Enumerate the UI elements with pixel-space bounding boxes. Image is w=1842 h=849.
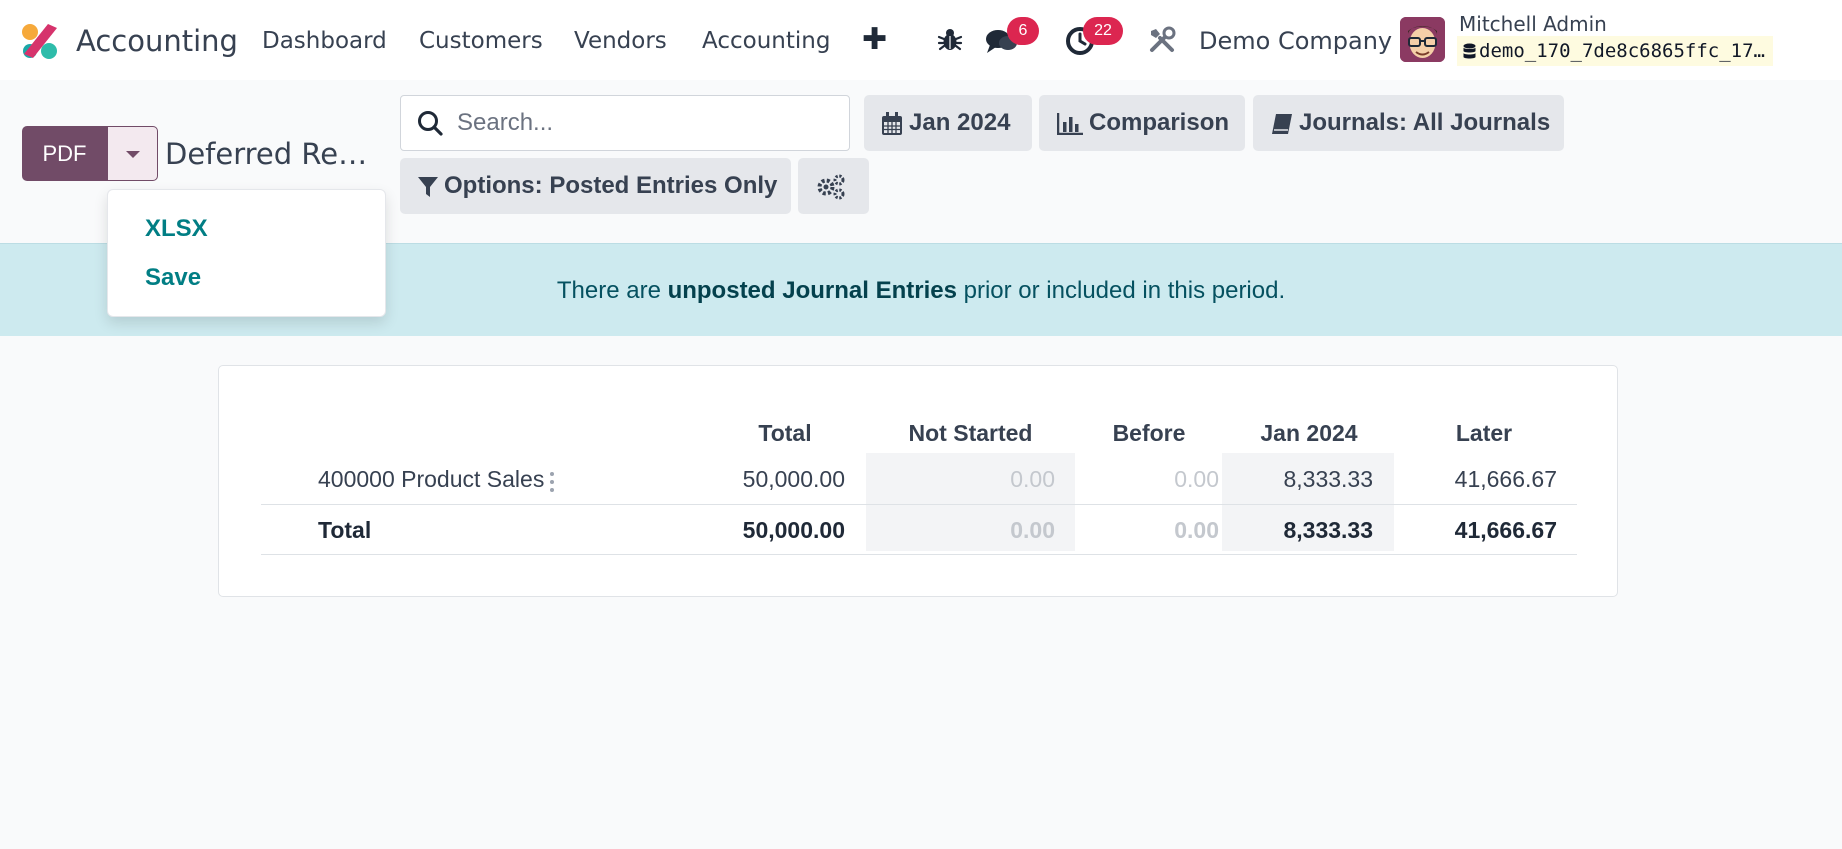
total-row-label: Total [318, 517, 372, 543]
bar-chart-icon [1057, 112, 1083, 135]
row-divider [261, 504, 1577, 505]
database-name: demo_170_7de8c6865ffc_17… [1479, 40, 1765, 62]
top-navbar: Accounting Dashboard Customers Vendors A… [0, 0, 1842, 80]
report-card: Total Not Started Before Jan 2024 Later … [218, 365, 1618, 597]
table-bottom-divider [261, 554, 1577, 555]
company-switcher[interactable]: Demo Company [1199, 26, 1392, 56]
account-row-later: 41,666.67 [1454, 466, 1557, 492]
unposted-entries-link[interactable]: unposted Journal Entries [668, 277, 957, 304]
kebab-icon[interactable] [549, 472, 555, 492]
calendar-icon [882, 111, 902, 135]
account-row-total: 50,000.00 [742, 466, 845, 492]
report-title: Deferred Re… [165, 137, 368, 171]
account-row-not-started: 0.00 [1010, 466, 1055, 492]
save-item[interactable]: Save [145, 263, 201, 293]
account-row-label[interactable]: 400000 Product Sales [318, 464, 544, 494]
plus-icon[interactable]: ✚ [862, 22, 887, 58]
date-filter-label: Jan 2024 [909, 109, 1011, 136]
export-xlsx-item[interactable]: XLSX [145, 214, 208, 244]
messages-badge: 6 [1007, 17, 1039, 45]
comparison-filter-label: Comparison [1089, 109, 1230, 136]
menu-dashboard[interactable]: Dashboard [262, 26, 387, 56]
total-row-total: 50,000.00 [742, 517, 845, 543]
search-box[interactable] [400, 95, 850, 151]
pdf-button[interactable]: PDF [22, 126, 107, 181]
column-header-total[interactable]: Total [710, 418, 860, 448]
app-logo-icon[interactable] [21, 22, 59, 60]
account-row-jan-2024: 8,333.33 [1283, 466, 1373, 492]
alert-text-after: prior or included in this period. [956, 277, 1286, 304]
export-dropdown-menu: XLSX Save [107, 189, 386, 317]
column-header-jan-2024[interactable]: Jan 2024 [1229, 418, 1389, 448]
database-chip: demo_170_7de8c6865ffc_17… [1457, 36, 1773, 66]
total-row-not-started: 0.00 [1010, 517, 1055, 543]
export-dropdown-toggle[interactable] [107, 126, 158, 181]
options-filter-button[interactable]: Options: Posted Entries Only [400, 158, 791, 214]
tools-icon[interactable] [1148, 26, 1176, 54]
journals-filter-label: Journals: All Journals [1299, 109, 1551, 136]
filter-icon [418, 176, 438, 197]
activities-badge: 22 [1083, 17, 1123, 45]
menu-accounting[interactable]: Accounting [702, 26, 830, 56]
account-row-before: 0.00 [1174, 466, 1219, 492]
search-input[interactable] [457, 106, 837, 140]
app-name[interactable]: Accounting [76, 22, 238, 60]
user-name[interactable]: Mitchell Admin [1459, 12, 1607, 36]
options-filter-label: Options: Posted Entries Only [444, 172, 778, 199]
total-row-before: 0.00 [1174, 517, 1219, 543]
avatar[interactable] [1400, 17, 1445, 62]
settings-cogs-button[interactable] [798, 158, 869, 214]
menu-customers[interactable]: Customers [419, 26, 543, 56]
column-header-later[interactable]: Later [1404, 418, 1564, 448]
total-row-jan-2024: 8,333.33 [1283, 517, 1373, 543]
book-icon [1272, 113, 1292, 134]
total-row-later: 41,666.67 [1454, 517, 1557, 543]
column-header-before[interactable]: Before [1089, 418, 1209, 448]
journals-filter-button[interactable]: Journals: All Journals [1253, 95, 1564, 151]
cogs-icon [817, 174, 845, 200]
database-icon [1463, 43, 1476, 59]
date-filter-button[interactable]: Jan 2024 [864, 95, 1032, 151]
menu-vendors[interactable]: Vendors [574, 26, 667, 56]
search-icon [418, 111, 443, 136]
column-header-not-started[interactable]: Not Started [879, 418, 1062, 448]
comparison-filter-button[interactable]: Comparison [1039, 95, 1245, 151]
bug-icon[interactable] [937, 27, 963, 53]
alert-text-before: There are [556, 277, 668, 304]
